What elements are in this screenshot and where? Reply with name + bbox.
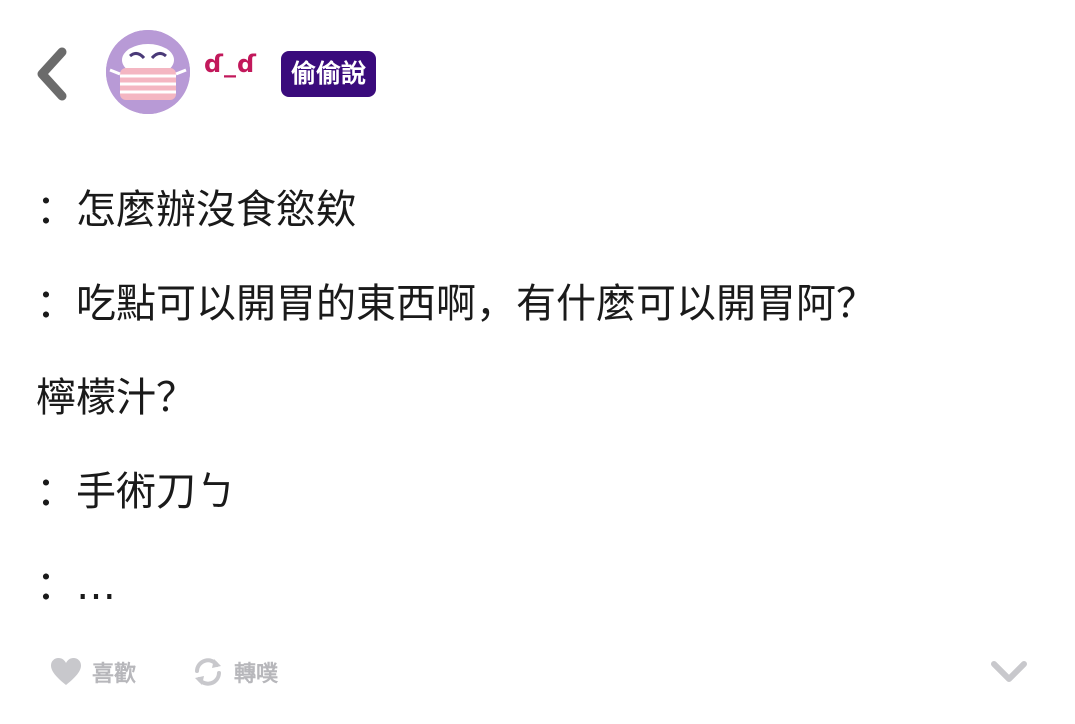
post-actions-bar: 喜歡 轉噗 [0, 650, 1075, 698]
repost-label: 轉噗 [234, 662, 279, 687]
expand-button[interactable] [988, 654, 1030, 690]
masked-face-icon [106, 30, 190, 114]
plurk-post-page: ɗ_ɗ 偷偷說 ：怎麼辦沒食慾欸 ：吃點可以開胃的東西啊，有什麼可以開胃阿？ 檸… [0, 0, 1075, 724]
chevron-left-icon [37, 47, 67, 101]
post-line: ：怎麼辦沒食慾欸 [36, 187, 356, 233]
repost-icon [195, 658, 221, 686]
like-label: 喜歡 [92, 662, 137, 687]
avatar[interactable] [106, 30, 190, 114]
post-line: ：吃點可以開胃的東西啊，有什麼可以開胃阿？ [36, 281, 876, 327]
anonymous-badge: 偷偷說 [281, 51, 377, 97]
post-line: ：… [36, 563, 116, 609]
back-button[interactable] [30, 44, 74, 104]
repost-button[interactable]: 轉噗 [192, 650, 278, 694]
post-content: ：怎麼辦沒食慾欸 ：吃點可以開胃的東西啊，有什麼可以開胃阿？ 檸檬汁？ ：手術刀… [36, 186, 1046, 656]
post-line: 檸檬汁？ [36, 375, 196, 421]
heart-icon [51, 658, 81, 685]
username[interactable]: ɗ_ɗ [204, 50, 257, 78]
post-line: ：手術刀ㄅ [36, 469, 236, 515]
like-button[interactable]: 喜歡 [50, 650, 136, 694]
chevron-down-icon [991, 661, 1027, 682]
